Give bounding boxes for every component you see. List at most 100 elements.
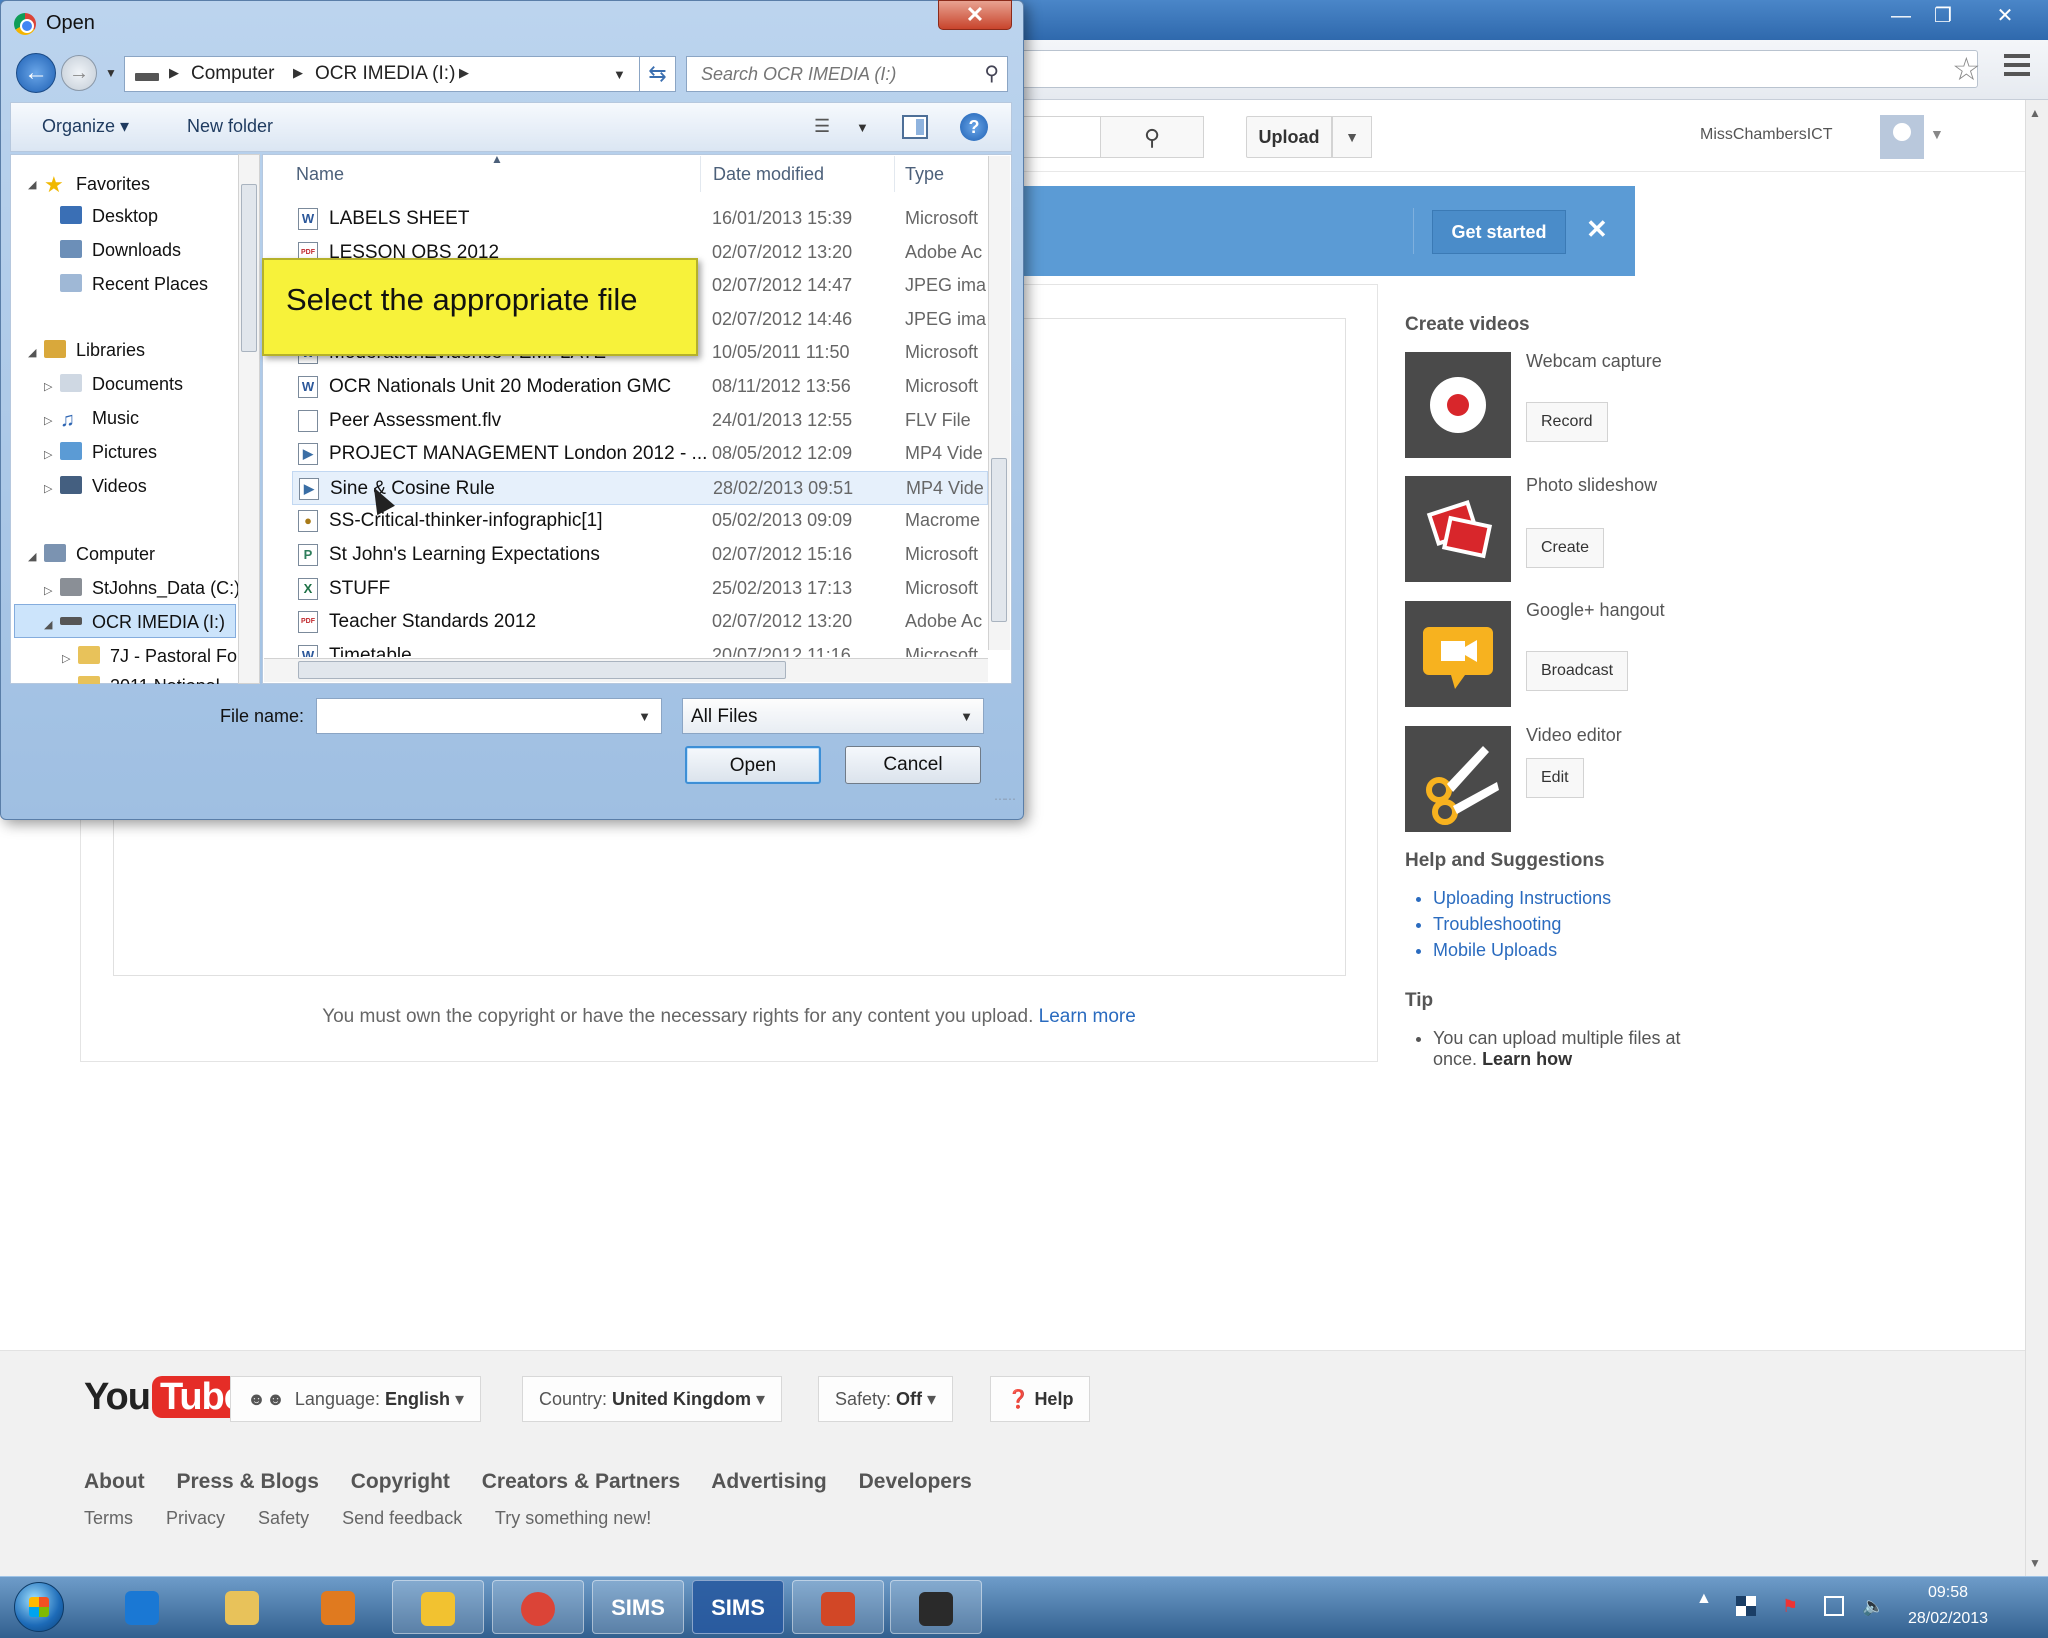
youtube-logo[interactable]: You Tube <box>84 1376 252 1426</box>
collapse-icon[interactable]: ▷ <box>44 482 52 495</box>
breadcrumb-segment[interactable]: Computer <box>191 63 274 85</box>
create-slideshow-button[interactable]: Create <box>1526 528 1605 568</box>
nav-desktop[interactable]: Desktop <box>60 206 158 227</box>
file-row[interactable]: PDF Teacher Standards 2012 02/07/2012 13:2… <box>292 605 988 639</box>
action-center-icon[interactable]: ⚑ <box>1782 1596 1802 1616</box>
file-list-scroll-thumb[interactable] <box>991 458 1007 622</box>
column-header-type[interactable]: Type <box>905 164 944 185</box>
youtube-search-button[interactable]: ⚲ <box>1100 116 1204 158</box>
footer-link[interactable]: Privacy <box>166 1508 225 1528</box>
expand-icon[interactable]: ◢ <box>28 550 36 563</box>
help-link[interactable]: Mobile Uploads <box>1433 940 1611 961</box>
file-name-input[interactable] <box>323 700 623 732</box>
nav-music[interactable]: ♫ Music <box>60 408 139 431</box>
page-scrollbar[interactable] <box>2025 100 2048 1576</box>
column-divider[interactable] <box>894 156 895 192</box>
record-button[interactable]: Record <box>1526 402 1608 442</box>
column-header-date[interactable]: Date modified <box>713 164 824 185</box>
nav-videos[interactable]: Videos <box>60 476 147 497</box>
scroll-up-icon[interactable]: ▲ <box>2029 106 2041 120</box>
organize-button[interactable]: Organize ▾ <box>42 116 129 137</box>
help-icon[interactable]: ? <box>960 113 988 141</box>
upload-button[interactable]: Upload <box>1246 116 1332 158</box>
footer-link[interactable]: Send feedback <box>342 1508 462 1528</box>
footer-link[interactable]: About <box>84 1470 145 1493</box>
file-row[interactable]: W OCR Nationals Unit 20 Moderation GMC 08/… <box>292 370 988 404</box>
footer-link[interactable]: Terms <box>84 1508 133 1528</box>
country-selector[interactable]: Country: United Kingdom ▾ <box>522 1376 783 1422</box>
nav-downloads[interactable]: Downloads <box>60 240 181 261</box>
collapse-icon[interactable]: ▷ <box>62 652 70 665</box>
back-button[interactable]: ← <box>16 53 56 93</box>
volume-muted-icon[interactable]: 🔈 <box>1862 1596 1884 1616</box>
video-editor-tile[interactable] <box>1405 726 1511 832</box>
view-dropdown-icon[interactable]: ▼ <box>856 120 869 135</box>
language-selector[interactable]: ☻☻ Language: English ▾ <box>230 1376 482 1422</box>
recent-locations-icon[interactable]: ▼ <box>105 66 117 80</box>
file-row[interactable]: W Timetable 20/07/2012 11:16 Microsoft <box>292 639 988 657</box>
taskbar-app-button[interactable]: SIMS <box>692 1580 784 1634</box>
window-close-icon[interactable]: ✕ <box>1986 4 2024 28</box>
column-divider[interactable] <box>700 156 701 192</box>
clock-date[interactable]: 28/02/2013 <box>1888 1610 2008 1628</box>
file-row[interactable]: W LABELS SHEET 16/01/2013 15:39 Microsoft <box>292 202 988 236</box>
expand-icon[interactable]: ◢ <box>28 346 36 359</box>
banner-close-icon[interactable]: ✕ <box>1586 214 1608 245</box>
taskbar-app-button[interactable] <box>792 1580 884 1634</box>
taskbar-app-button[interactable] <box>196 1580 288 1634</box>
username[interactable]: MissChambersICT <box>1700 126 1832 144</box>
start-button[interactable] <box>14 1582 64 1632</box>
expand-icon[interactable]: ◢ <box>44 618 52 631</box>
file-row[interactable]: Peer Assessment.flv 24/01/2013 12:55 FLV F… <box>292 404 988 438</box>
minimize-icon[interactable]: — <box>1882 4 1920 28</box>
nav-ocr-imedia-drive[interactable]: OCR IMEDIA (I:) <box>60 612 225 633</box>
edit-button[interactable]: Edit <box>1526 758 1584 798</box>
upload-dropdown-button[interactable]: ▼ <box>1332 116 1372 158</box>
preview-pane-icon[interactable] <box>902 115 928 139</box>
file-row[interactable]: X STUFF 25/02/2013 17:13 Microsoft <box>292 572 988 606</box>
resize-grip-icon[interactable]: ⋯⋯ <box>994 792 1016 806</box>
footer-link[interactable]: Creators & Partners <box>482 1470 680 1493</box>
chevron-down-icon[interactable]: ▼ <box>638 709 651 724</box>
learn-how-link[interactable]: Learn how <box>1482 1049 1572 1069</box>
footer-link[interactable]: Try something new! <box>495 1508 651 1528</box>
help-button[interactable]: ❓ Help <box>990 1376 1091 1422</box>
help-link[interactable]: Troubleshooting <box>1433 914 1611 935</box>
learn-more-link[interactable]: Learn more <box>1039 1006 1136 1027</box>
nav-stjohns-data-drive[interactable]: StJohns_Data (C:) <box>60 578 240 599</box>
footer-link[interactable]: Press & Blogs <box>177 1470 319 1493</box>
webcam-tile[interactable] <box>1405 352 1511 458</box>
open-button[interactable]: Open <box>685 746 821 784</box>
file-row[interactable]: ▶ PROJECT MANAGEMENT London 2012 - ... 08/… <box>292 437 988 471</box>
file-type-filter[interactable]: All Files ▼ <box>682 698 984 734</box>
expand-icon[interactable]: ◢ <box>28 178 36 191</box>
taskbar-app-button[interactable] <box>292 1580 384 1634</box>
taskbar-app-button[interactable] <box>392 1580 484 1634</box>
windows-flag-icon[interactable] <box>1736 1596 1756 1616</box>
path-breadcrumb[interactable]: ▶ Computer ▶ OCR IMEDIA (I:) ▶ ▼ <box>124 56 640 92</box>
collapse-icon[interactable]: ▷ <box>44 448 52 461</box>
breadcrumb-separator-icon[interactable]: ▶ <box>169 65 179 81</box>
nav-pictures[interactable]: Pictures <box>60 442 157 463</box>
nav-folder[interactable]: 2011 National <box>78 676 220 684</box>
cancel-button[interactable]: Cancel <box>845 746 981 784</box>
nav-favorites[interactable]: ★ Favorites <box>44 172 150 197</box>
collapse-icon[interactable]: ▷ <box>44 380 52 393</box>
file-row[interactable]: ● SS-Critical-thinker-infographic[1] 05/02… <box>292 504 988 538</box>
breadcrumb-separator-icon[interactable]: ▶ <box>293 65 303 81</box>
address-history-icon[interactable]: ▼ <box>613 67 626 82</box>
browser-menu-icon[interactable] <box>2004 54 2030 81</box>
view-options-icon[interactable]: ☰ <box>814 116 830 137</box>
clock-time[interactable]: 09:58 <box>1888 1584 2008 1602</box>
dialog-search-input[interactable] <box>699 58 969 90</box>
new-folder-button[interactable]: New folder <box>187 116 273 137</box>
scroll-down-icon[interactable]: ▼ <box>2029 1556 2041 1570</box>
safety-selector[interactable]: Safety: Off ▾ <box>818 1376 954 1422</box>
file-row[interactable]: P St John's Learning Expectations 02/07/20… <box>292 538 988 572</box>
footer-link[interactable]: Copyright <box>351 1470 450 1493</box>
avatar[interactable] <box>1880 115 1924 159</box>
network-icon[interactable] <box>1824 1596 1844 1616</box>
address-bar[interactable] <box>1000 50 1978 88</box>
collapse-icon[interactable]: ▷ <box>44 414 52 427</box>
nav-folder[interactable]: 7J - Pastoral Fo <box>78 646 237 667</box>
